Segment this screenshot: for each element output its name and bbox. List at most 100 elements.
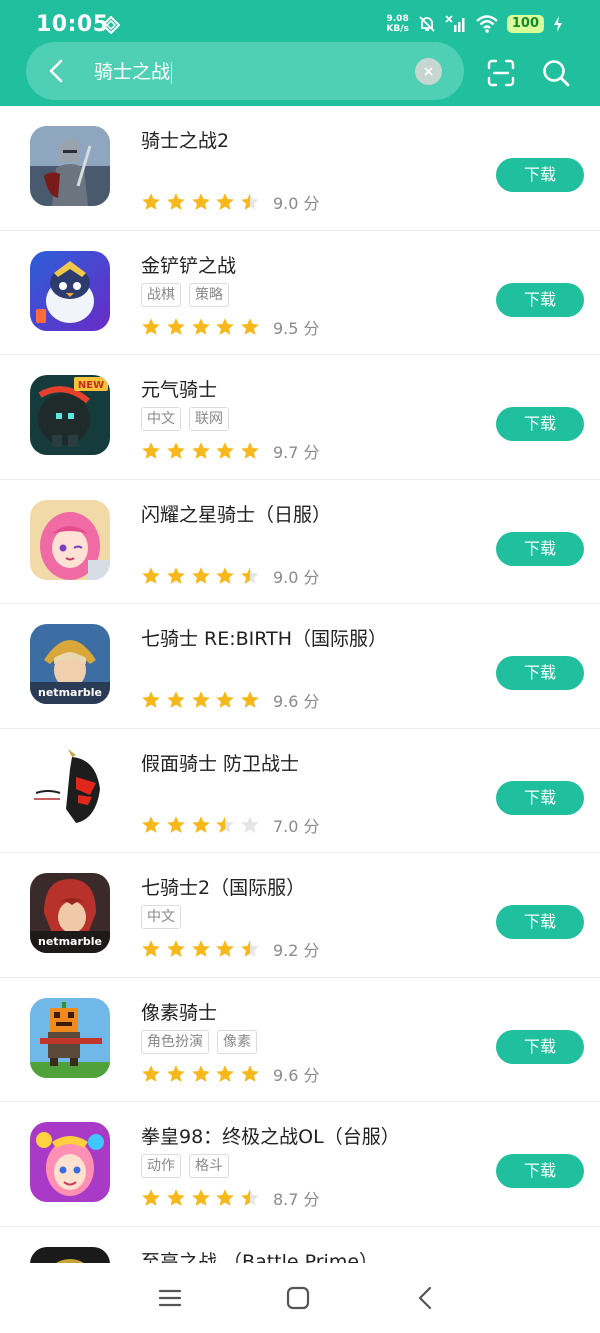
- score-unit: 分: [303, 1190, 320, 1209]
- app-tag: 动作: [141, 1154, 181, 1178]
- score-value: 9.0: [272, 194, 299, 213]
- score-unit: 分: [303, 567, 320, 587]
- app-name[interactable]: 七骑士2（国际服）: [141, 873, 305, 900]
- score-value: 7.0: [272, 816, 299, 836]
- soul-knight-icon[interactable]: NEW: [30, 375, 110, 455]
- app-name[interactable]: 七骑士 RE:BIRTH（国际服）: [141, 624, 387, 651]
- app-tag: 角色扮演: [141, 1029, 209, 1054]
- score-unit: 分: [303, 443, 320, 462]
- download-button[interactable]: 下载: [496, 158, 584, 192]
- star-full-icon: [216, 193, 235, 210]
- back-nav-icon[interactable]: [411, 1283, 441, 1313]
- star-full-icon: [191, 691, 210, 708]
- star-full-icon: [191, 193, 210, 210]
- star-full-icon: [142, 193, 160, 210]
- app-name[interactable]: 假面骑士 防卫战士: [141, 749, 299, 776]
- list-item[interactable]: 闪耀之星骑士（日服） 9.0 分 下载: [0, 480, 600, 604]
- text-caret: [171, 61, 173, 84]
- score-value: 9.6: [272, 692, 299, 711]
- anime-girl-icon[interactable]: [30, 499, 110, 580]
- network-diamond-icon: [102, 16, 120, 34]
- kof-girl-icon[interactable]: [30, 1122, 110, 1202]
- star-full-icon: [142, 566, 160, 584]
- star-full-icon: [142, 691, 160, 708]
- penguin-icon[interactable]: [30, 250, 110, 331]
- download-button[interactable]: 下载: [496, 905, 584, 939]
- star-full-icon: [166, 940, 185, 957]
- star-full-icon: [166, 442, 185, 459]
- score-text: 9.2 分: [273, 937, 320, 961]
- star-full-icon: [216, 1064, 235, 1082]
- download-button[interactable]: 下载: [496, 1154, 584, 1188]
- list-item[interactable]: netmarble 七骑士 RE:BIRTH（国际服） 9.6 分 下载: [0, 604, 600, 729]
- app-tags: 动作 格斗: [141, 1154, 229, 1178]
- download-button[interactable]: 下载: [496, 780, 584, 815]
- download-button[interactable]: 下载: [496, 531, 584, 566]
- system-nav-bar: [0, 1263, 600, 1333]
- list-item[interactable]: 像素骑士 角色扮演 像素 9.6 分 下载: [0, 978, 600, 1102]
- netmarble-redhair-icon[interactable]: netmarble: [30, 873, 110, 953]
- clear-search-icon[interactable]: [415, 58, 442, 85]
- download-button[interactable]: 下载: [496, 656, 584, 690]
- list-item[interactable]: netmarble 七骑士2（国际服） 中文 9.2 分 下载: [0, 853, 600, 978]
- search-results-list[interactable]: 骑士之战2 9.0 分 下载 金铲铲之战 战棋 策略 9.5 分 下载 NEW …: [0, 106, 600, 1263]
- list-item[interactable]: 假面骑士 防卫战士 7.0 分 下载: [0, 729, 600, 853]
- download-button[interactable]: 下载: [496, 407, 584, 441]
- search-bar[interactable]: 骑士之战: [26, 42, 464, 100]
- list-item[interactable]: 拳皇98：终极之战OL（台服） 动作 格斗 8.7 分 下载: [0, 1102, 600, 1227]
- list-item[interactable]: NEW 元气骑士 中文 联网 9.7 分 下载: [0, 355, 600, 480]
- app-name[interactable]: 骑士之战2: [141, 126, 229, 153]
- score-text: 7.0 分: [273, 813, 320, 837]
- battle-prime-icon[interactable]: [30, 1246, 110, 1264]
- app-name[interactable]: 拳皇98：终极之战OL（台服）: [141, 1122, 400, 1149]
- list-item[interactable]: 至高之战 （Battle Prime）: [0, 1227, 600, 1264]
- star-full-icon: [142, 1189, 160, 1206]
- download-button[interactable]: 下载: [496, 1029, 584, 1064]
- star-full-icon: [191, 1189, 210, 1206]
- score-unit: 分: [303, 318, 320, 338]
- list-item[interactable]: 金铲铲之战 战棋 策略 9.5 分 下载: [0, 231, 600, 355]
- app-name[interactable]: 元气骑士: [141, 375, 217, 402]
- star-full-icon: [166, 1064, 185, 1082]
- knight-armor-icon[interactable]: [30, 126, 110, 206]
- star-full-icon: [216, 940, 235, 957]
- search-input[interactable]: 骑士之战: [94, 57, 173, 84]
- app-name[interactable]: 像素骑士: [141, 998, 217, 1025]
- network-speed: 9.08 KB/s: [386, 14, 409, 34]
- app-name[interactable]: 金铲铲之战: [141, 251, 236, 278]
- star-full-icon: [191, 317, 210, 335]
- app-tag: 策略: [189, 282, 229, 307]
- pixel-pumpkin-icon[interactable]: [30, 997, 110, 1078]
- rating-row: 9.0 分: [141, 564, 320, 588]
- status-right-cluster: 9.08 KB/s 100: [386, 12, 564, 36]
- netmarble-knight-icon[interactable]: netmarble: [30, 624, 110, 704]
- app-name[interactable]: 至高之战 （Battle Prime）: [141, 1247, 378, 1264]
- app-name[interactable]: 闪耀之星骑士（日服）: [141, 500, 331, 527]
- rating-row: 9.2 分: [141, 937, 320, 961]
- star-full-icon: [166, 317, 185, 335]
- menu-icon[interactable]: [155, 1283, 185, 1313]
- kamen-rider-icon[interactable]: [30, 748, 110, 829]
- app-tag: 中文: [141, 407, 181, 431]
- star-full-icon: [191, 1064, 210, 1082]
- star-full-icon: [191, 940, 210, 957]
- star-full-icon: [241, 1064, 259, 1082]
- star-full-icon: [216, 566, 235, 584]
- search-icon[interactable]: [541, 58, 571, 88]
- score-text: 9.6 分: [273, 688, 320, 712]
- app-tag: 中文: [141, 905, 181, 929]
- star-full-icon: [142, 1064, 160, 1082]
- app-tag: 战棋: [141, 282, 181, 307]
- star-full-icon: [166, 1189, 185, 1206]
- app-tag: 格斗: [189, 1154, 229, 1178]
- star-half-icon: [241, 566, 259, 584]
- status-time: 10:05: [36, 12, 109, 37]
- search-query-text: 骑士之战: [94, 61, 171, 83]
- list-item[interactable]: 骑士之战2 9.0 分 下载: [0, 106, 600, 231]
- download-button[interactable]: 下载: [496, 282, 584, 317]
- scan-icon[interactable]: [486, 58, 516, 88]
- rating-row: 8.7 分: [141, 1186, 320, 1210]
- home-icon[interactable]: [283, 1283, 313, 1313]
- app-tags: 战棋 策略: [141, 282, 229, 307]
- back-arrow-icon[interactable]: [42, 56, 72, 86]
